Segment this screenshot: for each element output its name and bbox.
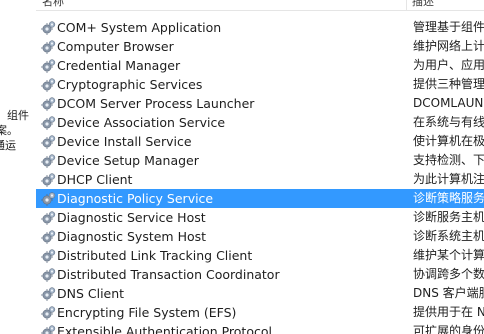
detail-text-line: 方案。 bbox=[0, 124, 18, 137]
service-row[interactable]: Cryptographic Services 提供三种管理 bbox=[36, 75, 484, 94]
service-name: DCOM Server Process Launcher bbox=[57, 96, 255, 111]
gear-service-icon bbox=[41, 77, 56, 92]
service-name: Diagnostic Service Host bbox=[57, 210, 206, 225]
service-row[interactable]: Device Install Service 使计算机在极 bbox=[36, 132, 484, 151]
service-description: 提供用于在 N bbox=[413, 305, 484, 319]
service-name: Diagnostic System Host bbox=[57, 229, 207, 244]
gear-service-icon bbox=[41, 210, 56, 225]
gear-service-icon bbox=[41, 248, 56, 263]
service-row[interactable]: Computer Browser 维护网络上计 bbox=[36, 37, 484, 56]
service-row[interactable]: Extensible Authentication Protocol 可扩展的身份 bbox=[36, 322, 484, 334]
service-row[interactable]: DHCP Client 为此计算机注 bbox=[36, 170, 484, 189]
service-row[interactable]: Device Association Service 在系统与有线 bbox=[36, 113, 484, 132]
service-name: Distributed Transaction Coordinator bbox=[57, 267, 280, 282]
column-header-description[interactable]: 描述 bbox=[412, 0, 434, 10]
service-name: Device Association Service bbox=[57, 115, 226, 130]
service-description: DNS 客户端服 bbox=[413, 286, 484, 300]
service-description: 诊断系统主机 bbox=[413, 229, 484, 243]
service-row[interactable]: Credential Manager 为用户、应用 bbox=[36, 56, 484, 75]
service-name: Credential Manager bbox=[57, 58, 181, 73]
gear-service-icon bbox=[41, 153, 56, 168]
services-list[interactable]: 名称 描述 COM+ System Application 管理基于组件 Compu… bbox=[36, 0, 484, 334]
service-name: COM+ System Application bbox=[57, 20, 222, 35]
service-name: DNS Client bbox=[57, 286, 125, 301]
service-name: Cryptographic Services bbox=[57, 77, 203, 92]
service-row[interactable]: DCOM Server Process Launcher DCOMLAUN bbox=[36, 94, 484, 113]
service-name: DHCP Client bbox=[57, 172, 133, 187]
gear-service-icon bbox=[41, 58, 56, 73]
service-row[interactable]: COM+ System Application 管理基于组件 bbox=[36, 18, 484, 37]
gear-service-icon bbox=[41, 286, 56, 301]
service-description: 可扩展的身份 bbox=[413, 324, 484, 334]
services-window: 组件 方案。 通运 名称 描述 COM+ System Application 管… bbox=[0, 0, 484, 334]
service-row[interactable]: Diagnostic Policy Service 诊断策略服务 bbox=[36, 189, 484, 208]
gear-service-icon bbox=[41, 20, 56, 35]
service-description: 使计算机在极 bbox=[413, 134, 484, 148]
service-row[interactable]: Distributed Transaction Coordinator 协调跨多个… bbox=[36, 265, 484, 284]
gear-service-icon bbox=[41, 324, 56, 334]
detail-text-line: 组件 bbox=[7, 109, 29, 122]
gear-service-icon bbox=[41, 305, 56, 320]
service-rows: COM+ System Application 管理基于组件 Computer Br… bbox=[36, 18, 484, 334]
gear-service-icon bbox=[41, 115, 56, 130]
gear-service-icon bbox=[41, 96, 56, 111]
detail-text-line: 通运 bbox=[0, 139, 16, 152]
service-description: 诊断服务主机 bbox=[413, 210, 484, 224]
service-description: 在系统与有线 bbox=[413, 115, 484, 129]
service-description: 协调跨多个数 bbox=[413, 267, 484, 281]
service-description: 为此计算机注 bbox=[413, 172, 484, 186]
list-header: 名称 描述 bbox=[36, 0, 484, 11]
gear-service-icon bbox=[41, 191, 56, 206]
service-description: 为用户、应用 bbox=[413, 58, 484, 72]
column-divider[interactable] bbox=[406, 0, 407, 10]
service-row[interactable]: DNS Client DNS 客户端服 bbox=[36, 284, 484, 303]
service-row[interactable]: Distributed Link Tracking Client 维护某个计算 bbox=[36, 246, 484, 265]
service-name: Computer Browser bbox=[57, 39, 174, 54]
service-name: Extensible Authentication Protocol bbox=[57, 324, 272, 334]
service-description: 管理基于组件 bbox=[413, 20, 484, 34]
gear-service-icon bbox=[41, 229, 56, 244]
service-name: Distributed Link Tracking Client bbox=[57, 248, 253, 263]
service-row[interactable]: Encrypting File System (EFS) 提供用于在 N bbox=[36, 303, 484, 322]
column-header-name[interactable]: 名称 bbox=[42, 0, 64, 10]
gear-service-icon bbox=[41, 172, 56, 187]
service-description: 提供三种管理 bbox=[413, 77, 484, 91]
gear-service-icon bbox=[41, 39, 56, 54]
gear-service-icon bbox=[41, 267, 56, 282]
service-name: Diagnostic Policy Service bbox=[57, 191, 214, 206]
service-description: 诊断策略服务 bbox=[413, 191, 484, 205]
service-row[interactable]: Device Setup Manager 支持检测、下 bbox=[36, 151, 484, 170]
gear-service-icon bbox=[41, 134, 56, 149]
service-description: 维护网络上计 bbox=[413, 39, 484, 53]
service-description: 支持检测、下 bbox=[413, 153, 484, 167]
service-description: DCOMLAUN bbox=[413, 96, 484, 110]
service-description: 维护某个计算 bbox=[413, 248, 484, 262]
service-name: Device Setup Manager bbox=[57, 153, 199, 168]
service-name: Device Install Service bbox=[57, 134, 192, 149]
service-detail-pane: 组件 方案。 通运 bbox=[0, 0, 36, 334]
service-row[interactable]: Diagnostic System Host 诊断系统主机 bbox=[36, 227, 484, 246]
service-name: Encrypting File System (EFS) bbox=[57, 305, 237, 320]
service-row[interactable]: Diagnostic Service Host 诊断服务主机 bbox=[36, 208, 484, 227]
